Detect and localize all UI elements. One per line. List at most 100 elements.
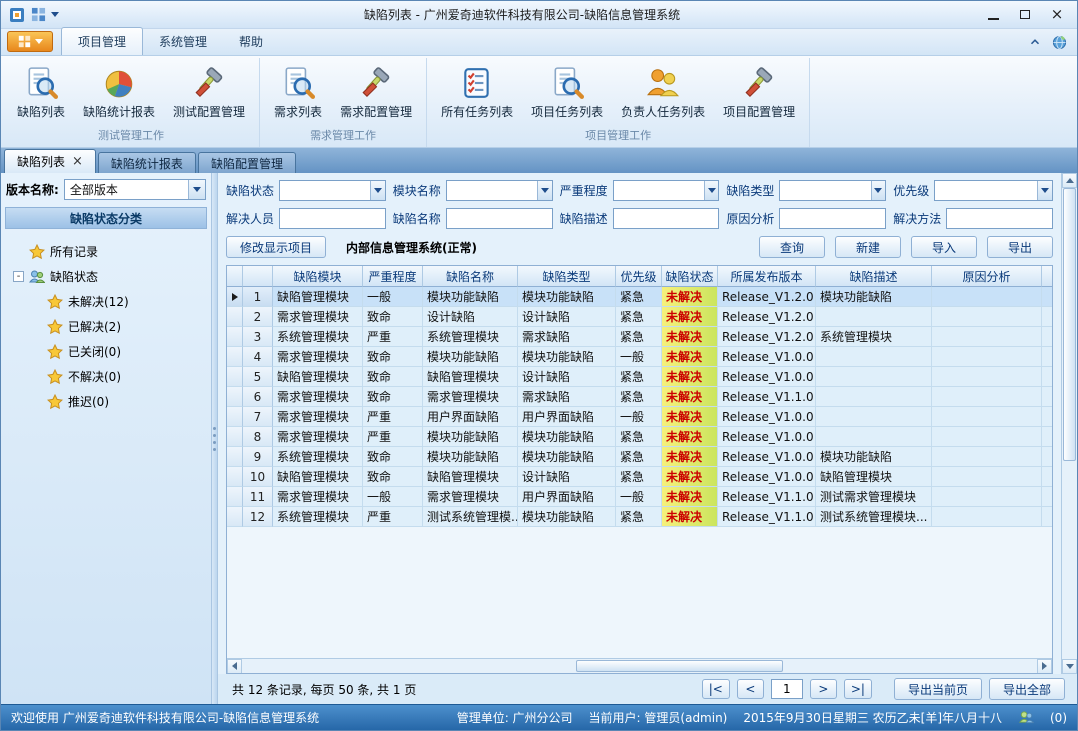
grid-cell[interactable]: 设计缺陷 bbox=[518, 367, 616, 387]
grid-cell[interactable] bbox=[932, 327, 1042, 347]
grid-cell[interactable]: 致命 bbox=[363, 347, 423, 367]
tree-item[interactable]: 已解决(2) bbox=[7, 314, 205, 339]
vscroll-thumb[interactable] bbox=[1063, 188, 1076, 461]
ribbon-button[interactable]: 需求配置管理 bbox=[332, 62, 420, 122]
minimize-button[interactable] bbox=[977, 4, 1009, 26]
grid-cell[interactable] bbox=[1042, 447, 1052, 467]
grid-cell[interactable]: 需求管理模块 bbox=[273, 407, 363, 427]
grid-view-icon[interactable] bbox=[30, 7, 46, 23]
column-header[interactable]: 原因分析 bbox=[932, 266, 1042, 287]
export-button[interactable]: 导出 bbox=[987, 236, 1053, 258]
grid-cell[interactable] bbox=[1042, 347, 1052, 367]
table-row[interactable]: 4需求管理模块致命模块功能缺陷模块功能缺陷一般未解决Release_V1.0.0 bbox=[227, 347, 1052, 367]
filter-text-input[interactable] bbox=[279, 208, 386, 229]
filter-input-field[interactable] bbox=[614, 181, 704, 200]
filter-select[interactable] bbox=[279, 180, 386, 201]
grid-cell[interactable] bbox=[1042, 407, 1052, 427]
grid-cell[interactable]: 紧急 bbox=[616, 387, 662, 407]
grid-cell[interactable]: 系统管理模块 bbox=[273, 507, 363, 527]
table-row[interactable]: 12系统管理模块严重测试系统管理模...模块功能缺陷紧急未解决Release_V… bbox=[227, 507, 1052, 527]
grid-cell[interactable] bbox=[932, 467, 1042, 487]
last-page-button[interactable]: >| bbox=[844, 679, 872, 699]
grid-cell[interactable]: 模块功能缺陷 bbox=[423, 427, 518, 447]
grid-cell[interactable]: 未解决 bbox=[662, 507, 718, 527]
ribbon-button[interactable]: 项目配置管理 bbox=[715, 62, 803, 122]
grid-cell[interactable]: 缺陷管理模块 bbox=[273, 467, 363, 487]
dropdown-button[interactable] bbox=[704, 181, 719, 200]
table-row[interactable]: 1缺陷管理模块一般模块功能缺陷模块功能缺陷紧急未解决Release_V1.2.0… bbox=[227, 287, 1052, 307]
dropdown-button[interactable] bbox=[1037, 181, 1052, 200]
grid-cell[interactable] bbox=[1042, 467, 1052, 487]
grid-cell[interactable] bbox=[1042, 427, 1052, 447]
grid-cell[interactable]: 未解决 bbox=[662, 287, 718, 307]
scroll-right-icon[interactable] bbox=[1037, 659, 1052, 674]
grid-cell[interactable]: 模块功能缺陷 bbox=[518, 347, 616, 367]
grid-cell[interactable] bbox=[932, 367, 1042, 387]
grid-cell[interactable]: Release_V1.1.0 bbox=[718, 387, 816, 407]
grid-cell[interactable] bbox=[932, 487, 1042, 507]
hscroll-thumb[interactable] bbox=[576, 660, 783, 672]
tree-item[interactable]: 推迟(0) bbox=[7, 389, 205, 414]
grid-cell[interactable]: 紧急 bbox=[616, 507, 662, 527]
grid-cell[interactable] bbox=[816, 367, 932, 387]
horizontal-scrollbar[interactable] bbox=[227, 658, 1052, 673]
grid-cell[interactable]: Release_V1.2.0 bbox=[718, 287, 816, 307]
ribbon-button[interactable]: 负责人任务列表 bbox=[613, 62, 713, 122]
grid-cell[interactable]: 缺陷管理模块 bbox=[273, 287, 363, 307]
grid-cell[interactable]: 未解决 bbox=[662, 327, 718, 347]
help-globe-icon[interactable] bbox=[1051, 34, 1067, 50]
grid-cell[interactable]: 模块功能缺陷 bbox=[518, 287, 616, 307]
grid-cell[interactable] bbox=[932, 287, 1042, 307]
grid-cell[interactable]: 设计缺陷 bbox=[423, 307, 518, 327]
table-row[interactable]: 6需求管理模块致命需求管理模块需求缺陷紧急未解决Release_V1.1.0 bbox=[227, 387, 1052, 407]
grid-cell[interactable]: Release_V1.1.0 bbox=[718, 507, 816, 527]
filter-text-input[interactable] bbox=[779, 208, 886, 229]
grid-cell[interactable]: 需求管理模块 bbox=[423, 487, 518, 507]
scroll-up-icon[interactable] bbox=[1062, 173, 1077, 188]
grid-cell[interactable] bbox=[1042, 387, 1052, 407]
scroll-down-icon[interactable] bbox=[1062, 659, 1077, 674]
grid-cell[interactable]: 用户界面缺陷 bbox=[423, 407, 518, 427]
grid-cell[interactable]: 紧急 bbox=[616, 287, 662, 307]
filter-input-field[interactable] bbox=[280, 209, 385, 228]
ribbon-button[interactable]: 测试配置管理 bbox=[165, 62, 253, 122]
ribbon-button[interactable]: 所有任务列表 bbox=[433, 62, 521, 122]
grid-cell[interactable] bbox=[932, 347, 1042, 367]
grid-cell[interactable]: 一般 bbox=[616, 407, 662, 427]
ribbon-button[interactable]: 缺陷统计报表 bbox=[75, 62, 163, 122]
grid-cell[interactable]: 系统管理模块 bbox=[816, 327, 932, 347]
grid-cell[interactable]: 需求管理模块 bbox=[273, 347, 363, 367]
app-icon[interactable] bbox=[9, 7, 25, 23]
grid-cell[interactable]: 需求管理模块 bbox=[273, 487, 363, 507]
tab-close-icon[interactable]: × bbox=[72, 155, 83, 168]
grid-cell[interactable] bbox=[932, 387, 1042, 407]
grid-cell[interactable] bbox=[816, 387, 932, 407]
grid-cell[interactable]: Release_V1.0.0 bbox=[718, 347, 816, 367]
grid-cell[interactable]: 系统管理模块 bbox=[273, 447, 363, 467]
query-button[interactable]: 查询 bbox=[759, 236, 825, 258]
grid-cell[interactable]: 需求管理模块 bbox=[273, 387, 363, 407]
filter-input-field[interactable] bbox=[780, 181, 870, 200]
grid-cell[interactable] bbox=[932, 307, 1042, 327]
grid-cell[interactable]: 未解决 bbox=[662, 407, 718, 427]
grid-cell[interactable]: 紧急 bbox=[616, 467, 662, 487]
filter-text-input[interactable] bbox=[446, 208, 553, 229]
grid-cell[interactable]: 模块功能缺陷 bbox=[518, 427, 616, 447]
grid-cell[interactable]: 模块功能缺陷 bbox=[423, 287, 518, 307]
grid-cell[interactable]: 一般 bbox=[363, 487, 423, 507]
ribbon-tab[interactable]: 系统管理 bbox=[143, 28, 223, 55]
tree-item[interactable]: 已关闭(0) bbox=[7, 339, 205, 364]
scroll-left-icon[interactable] bbox=[227, 659, 242, 674]
grid-cell[interactable] bbox=[816, 307, 932, 327]
export-current-page-button[interactable]: 导出当前页 bbox=[894, 678, 982, 700]
grid-cell[interactable]: 模块功能缺陷 bbox=[816, 287, 932, 307]
grid-cell[interactable] bbox=[1042, 327, 1052, 347]
version-dropdown-button[interactable] bbox=[188, 180, 205, 199]
prev-page-button[interactable]: < bbox=[737, 679, 764, 699]
ribbon-button[interactable]: 需求列表 bbox=[266, 62, 330, 122]
grid-cell[interactable]: 未解决 bbox=[662, 307, 718, 327]
ribbon-tab[interactable]: 项目管理 bbox=[61, 27, 143, 55]
column-header[interactable]: 缺陷类型 bbox=[518, 266, 616, 287]
grid-cell[interactable] bbox=[1042, 507, 1052, 527]
grid-cell[interactable]: Release_V1.0.0 bbox=[718, 367, 816, 387]
